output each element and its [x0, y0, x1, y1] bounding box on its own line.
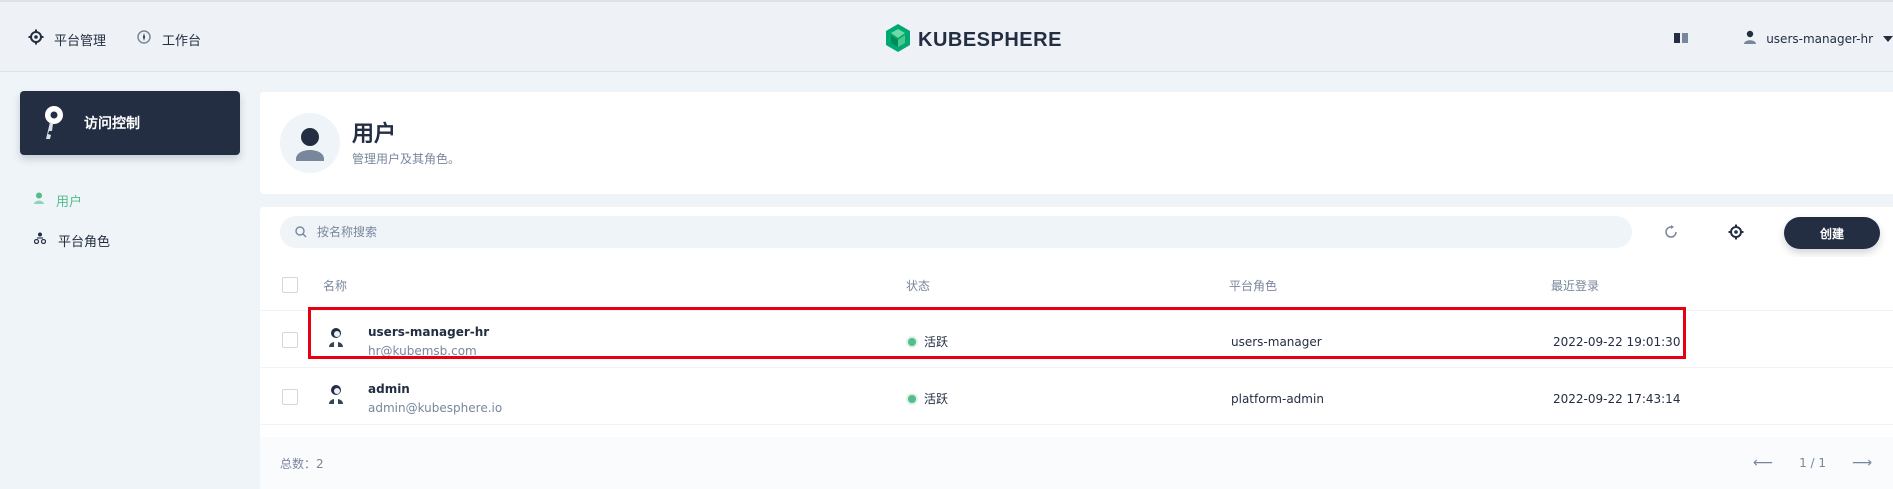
status-text: 活跃	[924, 392, 949, 406]
sidebar-card-title: 访问控制	[84, 116, 140, 132]
gear-icon	[28, 29, 44, 49]
arrow-right-icon[interactable]: ⟶	[1852, 455, 1872, 471]
user-name-link[interactable]: users-manager-hr	[368, 325, 489, 339]
user-icon	[1744, 30, 1757, 47]
nav-label: 工作台	[162, 33, 202, 49]
status-text: 活跃	[924, 335, 949, 349]
kubesphere-logo-icon	[886, 24, 910, 56]
page-description: 管理用户及其角色。	[352, 152, 461, 166]
roles-icon	[33, 232, 47, 248]
row-checkbox[interactable]	[282, 389, 298, 405]
access-control-card: 访问控制	[20, 91, 240, 155]
column-header-name[interactable]: 名称	[323, 277, 347, 294]
sidebar-item-label: 平台角色	[58, 234, 111, 250]
current-username: users-manager-hr	[1766, 31, 1873, 46]
documentation-icon[interactable]	[1674, 29, 1689, 48]
workbench-icon	[136, 29, 152, 49]
user-menu[interactable]: users-manager-hr	[1744, 30, 1893, 47]
settings-gear-icon[interactable]	[1728, 224, 1744, 244]
page-indicator: 1 / 1	[1799, 456, 1827, 470]
search-bar[interactable]	[280, 216, 1632, 248]
page-title: 用户	[352, 122, 397, 147]
status-dot-icon	[908, 337, 916, 346]
nav-label: 平台管理	[54, 33, 107, 49]
column-header-role: 平台角色	[1229, 279, 1278, 293]
refresh-icon[interactable]	[1664, 224, 1678, 243]
users-table: 名称 状态 平台角色 最近登录 users-manager-hr hr@kube…	[260, 257, 1893, 437]
header-right: users-manager-hr	[1674, 29, 1893, 48]
nav-workbench[interactable]: 工作台	[136, 29, 201, 49]
header-nav: 平台管理 工作台	[28, 29, 201, 49]
table-header: 名称 状态 平台角色 最近登录	[260, 257, 1893, 311]
top-header: 平台管理 工作台 KUBESPHERE users-manager-hr	[0, 0, 1893, 72]
total-count: 总数：2	[280, 457, 324, 471]
user-email: admin@kubesphere.io	[368, 401, 503, 415]
sidebar-item-label: 用户	[56, 194, 83, 210]
status-dot-icon	[908, 394, 916, 403]
create-button[interactable]: 创建	[1784, 217, 1880, 249]
select-all-checkbox[interactable]	[282, 277, 298, 293]
platform-role: users-manager	[1231, 335, 1322, 349]
last-login-time: 2022-09-22 19:01:30	[1553, 335, 1681, 349]
arrow-left-icon[interactable]: ⟵	[1753, 455, 1773, 471]
user-icon	[34, 192, 44, 208]
sidebar-item-platform-roles[interactable]: 平台角色	[33, 220, 111, 260]
page-header-card: 用户 管理用户及其角色。	[260, 92, 1893, 194]
user-avatar-icon	[328, 384, 344, 410]
column-header-status: 状态	[906, 279, 931, 293]
user-email: hr@kubemsb.com	[368, 344, 477, 358]
sidebar-menu: 用户 平台角色	[33, 180, 111, 260]
user-name-link[interactable]: admin	[368, 382, 410, 396]
table-row[interactable]: admin admin@kubesphere.io 活跃 platform-ad…	[260, 368, 1893, 425]
table-footer: 总数：2 ⟵ 1 / 1 ⟶	[260, 437, 1893, 489]
user-avatar-icon	[328, 327, 344, 353]
sidebar-item-users[interactable]: 用户	[34, 180, 110, 220]
chevron-down-icon	[1883, 35, 1893, 42]
search-icon	[281, 223, 307, 242]
status-badge: 活跃	[908, 333, 948, 350]
platform-role: platform-admin	[1231, 392, 1324, 406]
kubesphere-logo[interactable]: KUBESPHERE	[886, 24, 1062, 56]
table-row[interactable]: users-manager-hr hr@kubemsb.com 活跃 users…	[260, 311, 1893, 368]
nav-platform-management[interactable]: 平台管理	[28, 29, 106, 49]
last-login-time: 2022-09-22 17:43:14	[1553, 392, 1681, 406]
search-input[interactable]	[317, 225, 1597, 239]
logo-text: KUBESPHERE	[918, 28, 1062, 51]
row-checkbox[interactable]	[282, 332, 298, 348]
status-badge: 活跃	[908, 390, 948, 407]
key-icon	[40, 105, 66, 145]
column-header-last-login[interactable]: 最近登录	[1551, 277, 1599, 294]
users-page-icon	[280, 113, 340, 173]
pagination: ⟵ 1 / 1 ⟶	[1753, 455, 1872, 471]
toolbar: 创建	[260, 207, 1893, 257]
